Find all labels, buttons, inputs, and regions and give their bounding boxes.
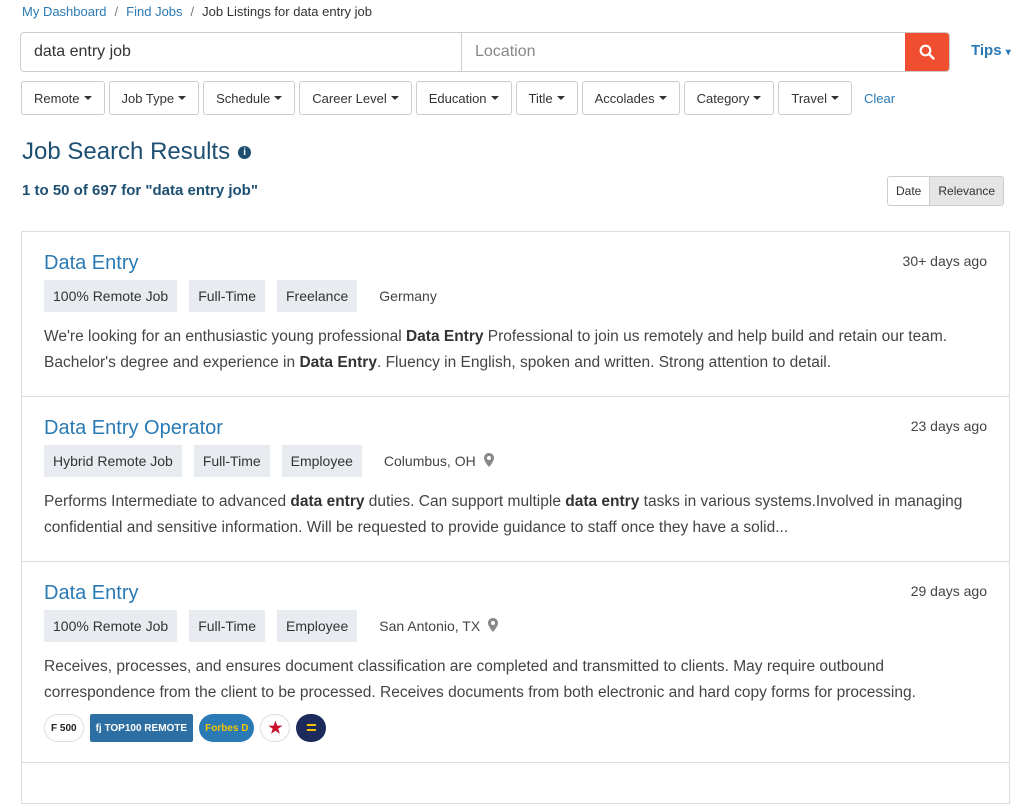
search-bar xyxy=(20,32,950,72)
job-location-text: San Antonio, TX xyxy=(379,618,481,634)
job-card: Data Entry 29 days ago 100% Remote Job Full… xyxy=(22,562,1009,763)
description-text: . Fluency in English, spoken and written… xyxy=(376,354,832,371)
job-tags: 100% Remote Job Full-Time Freelance Germany xyxy=(44,280,987,312)
accolade-f-500-badge[interactable]: F 500 xyxy=(44,714,84,742)
job-tags: Hybrid Remote Job Full-Time Employee Columb… xyxy=(44,445,987,477)
job-tag: Hybrid Remote Job xyxy=(44,445,182,477)
map-pin-icon xyxy=(483,452,494,470)
job-location: Germany xyxy=(379,288,437,304)
filter-bar: Remote Job Type Schedule Career Level Educat… xyxy=(21,81,895,115)
job-tags: 100% Remote Job Full-Time Employee San Anto… xyxy=(44,610,987,642)
keyword-highlight: Data Entry xyxy=(299,354,377,371)
job-description: Receives, processes, and ensures documen… xyxy=(44,654,987,706)
filter-accolades[interactable]: Accolades xyxy=(581,81,680,115)
page-title: Job Search Results i xyxy=(22,138,252,166)
job-list: Data Entry 30+ days ago 100% Remote Job Ful… xyxy=(21,231,1010,804)
result-count: 1 to 50 of 697 for "data entry job" xyxy=(22,182,258,199)
keyword-highlight: data entry xyxy=(565,493,640,510)
accolade-forbes-d-badge[interactable]: Forbes D xyxy=(199,714,255,742)
description-text: Performs Intermediate to advanced xyxy=(44,493,291,510)
job-card: Data Entry 30+ days ago 100% Remote Job Ful… xyxy=(22,232,1009,397)
job-tag: Freelance xyxy=(277,280,358,312)
job-location: Columbus, OH xyxy=(383,452,494,470)
job-card xyxy=(22,763,1009,804)
keyword-highlight: Data Entry xyxy=(405,328,484,345)
accolades: F 500 fj TOP100 REMOTE Forbes D ★ = xyxy=(44,714,987,742)
job-description: We're looking for an enthusiastic young … xyxy=(44,324,987,376)
search-icon xyxy=(919,44,935,60)
job-title-link[interactable]: Data Entry xyxy=(44,582,987,605)
filter-title[interactable]: Title xyxy=(515,81,578,115)
tips-label: Tips xyxy=(971,42,1002,59)
filter-category[interactable]: Category xyxy=(683,81,775,115)
description-text: duties. Can support multiple xyxy=(364,493,566,510)
map-pin-icon xyxy=(488,617,499,635)
job-tag: Full-Time xyxy=(189,610,265,642)
filter-career-level[interactable]: Career Level xyxy=(299,81,412,115)
sort-date-button[interactable]: Date xyxy=(888,177,929,205)
keyword-highlight: data entry xyxy=(290,493,365,510)
tips-dropdown[interactable]: Tips ▾ xyxy=(971,42,1011,59)
filter-job-type[interactable]: Job Type xyxy=(108,81,200,115)
filter-schedule[interactable]: Schedule xyxy=(203,81,296,115)
job-age: 23 days ago xyxy=(910,418,987,434)
description-text: Receives, processes, and ensures documen… xyxy=(44,658,916,701)
sort-relevance-button[interactable]: Relevance xyxy=(929,177,1004,205)
breadcrumb-dashboard[interactable]: My Dashboard xyxy=(22,4,107,19)
breadcrumb-current: Job Listings for data entry job xyxy=(202,4,372,19)
job-location-text: Germany xyxy=(379,288,437,304)
search-button[interactable] xyxy=(905,33,949,71)
job-location-text: Columbus, OH xyxy=(383,453,476,469)
filter-travel[interactable]: Travel xyxy=(778,81,852,115)
job-card: Data Entry Operator 23 days ago Hybrid Rem… xyxy=(22,397,1009,562)
job-title-link[interactable]: Data Entry Operator xyxy=(44,417,987,440)
page-title-text: Job Search Results xyxy=(22,138,231,165)
job-tag: Full-Time xyxy=(189,280,265,312)
job-age: 29 days ago xyxy=(910,583,987,599)
filter-education[interactable]: Education xyxy=(415,81,512,115)
search-input[interactable] xyxy=(21,33,462,71)
accolade-equality-icon[interactable]: = xyxy=(296,714,327,742)
caret-down-icon: ▾ xyxy=(1005,47,1011,58)
breadcrumb: My Dashboard / Find Jobs / Job Listings for … xyxy=(22,4,372,19)
job-location: San Antonio, TX xyxy=(379,617,499,635)
accolade-fj-top100-remote-badge[interactable]: fj TOP100 REMOTE xyxy=(89,714,194,742)
accolade-star-award-icon[interactable]: ★ xyxy=(260,714,291,742)
breadcrumb-find-jobs[interactable]: Find Jobs xyxy=(126,4,182,19)
job-tag: Employee xyxy=(281,445,362,477)
job-tag: 100% Remote Job xyxy=(44,610,178,642)
filter-remote[interactable]: Remote xyxy=(21,81,105,115)
job-age: 30+ days ago xyxy=(902,253,987,269)
sort-toggle: Date Relevance xyxy=(887,176,1005,206)
clear-filters-link[interactable]: Clear xyxy=(864,91,895,106)
location-input[interactable] xyxy=(462,33,905,71)
job-tag: 100% Remote Job xyxy=(44,280,178,312)
description-text: We're looking for an enthusiastic young … xyxy=(44,328,406,345)
job-tag: Employee xyxy=(277,610,358,642)
info-icon[interactable]: i xyxy=(238,145,252,159)
job-description: Performs Intermediate to advanced data e… xyxy=(44,489,987,541)
job-title-link[interactable]: Data Entry xyxy=(44,252,987,275)
job-tag: Full-Time xyxy=(193,445,270,477)
